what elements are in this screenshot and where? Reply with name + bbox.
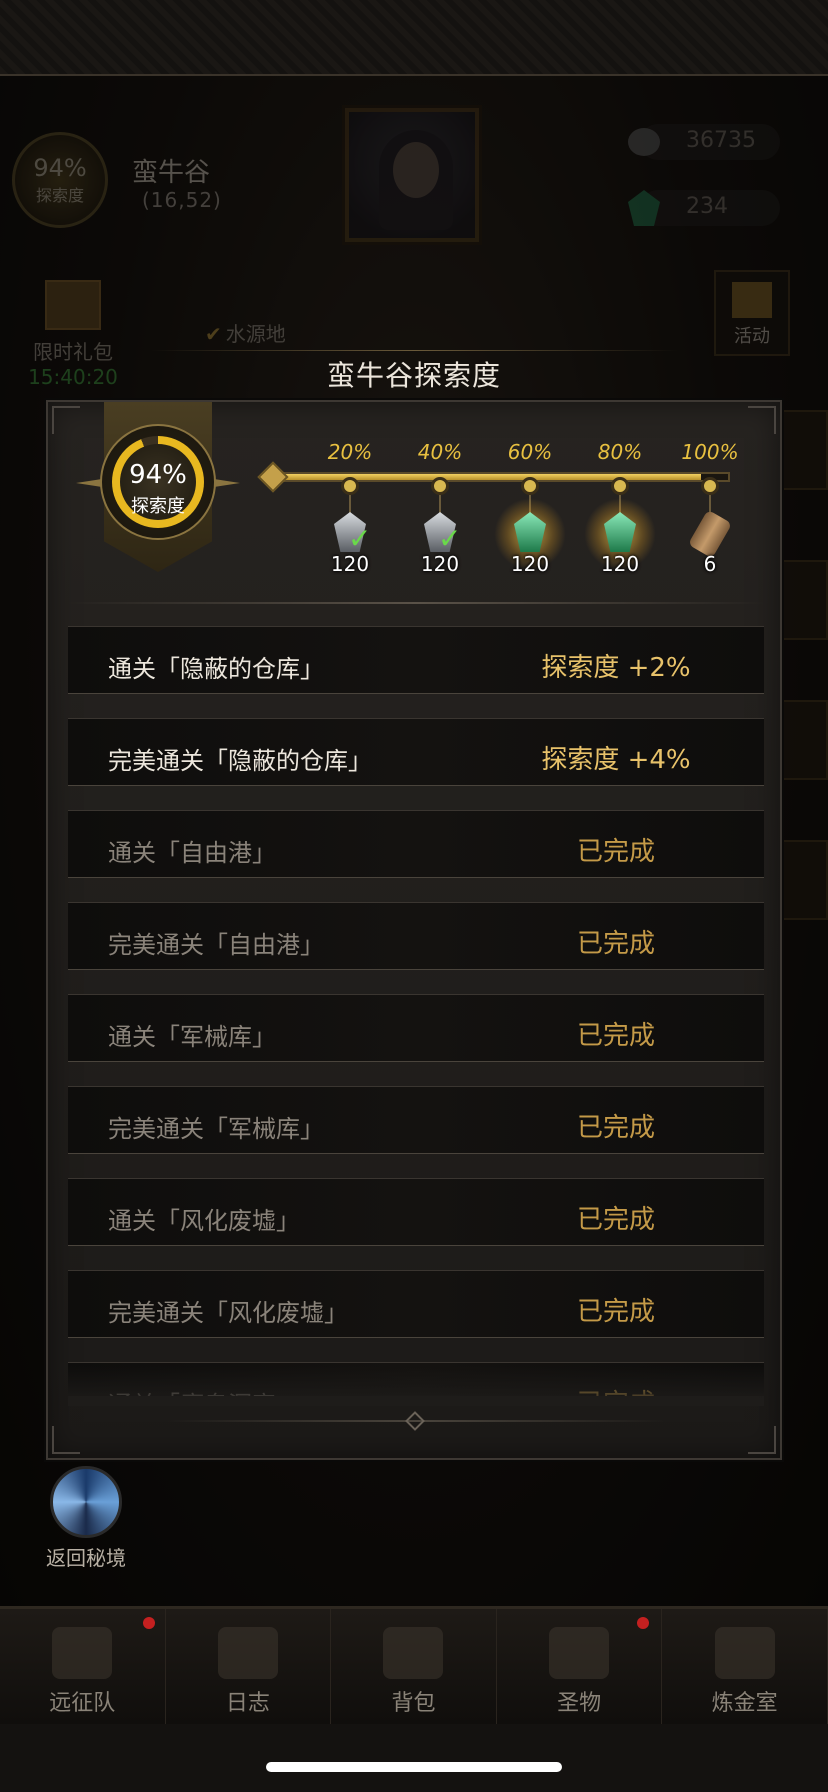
title-ornament: [150, 350, 678, 351]
milestone-percent: 100%: [681, 440, 739, 464]
task-row[interactable]: 通关「军械库」 已完成: [68, 994, 764, 1062]
milestone-reward[interactable]: 120: [494, 498, 566, 578]
nav-item[interactable]: 圣物: [497, 1609, 663, 1724]
task-name: 完美通关「军械库」: [108, 1115, 324, 1143]
return-secret-realm[interactable]: 返回秘境: [38, 1466, 134, 1571]
task-row[interactable]: 完美通关「风化废墟」 已完成: [68, 1270, 764, 1338]
progress-compass: 94% 探索度: [100, 424, 216, 540]
task-reward: 探索度 +4%: [541, 745, 691, 775]
compass-spike: [214, 479, 240, 487]
nav-label: 炼金室: [711, 1691, 778, 1716]
task-name: 通关「风化废墟」: [108, 1207, 300, 1235]
task-reward: 已完成: [576, 929, 655, 959]
milestone-reward[interactable]: 6: [680, 508, 740, 578]
nav-icon: [52, 1627, 113, 1679]
task-row[interactable]: 完美通关「隐蔽的仓库」 探索度 +4%: [68, 718, 764, 786]
frame-corner: [52, 406, 80, 434]
nav-icon: [217, 1627, 278, 1679]
milestone-knob: [431, 477, 449, 495]
section-divider: [68, 602, 764, 604]
task-reward: 已完成: [576, 1205, 655, 1235]
exploration-modal: 94% 探索度 20% ✓ 120 40% ✓ 120 60% 120 80% 120 100% 6 …: [46, 400, 782, 1460]
task-reward: 已完成: [576, 1113, 655, 1143]
task-row[interactable]: 通关「自由港」 已完成: [68, 810, 764, 878]
milestone-knob: [611, 477, 629, 495]
milestone-percent: 40%: [417, 440, 463, 464]
reward-quantity: 120: [600, 552, 640, 576]
task-name: 通关「军械库」: [108, 1023, 276, 1051]
task-reward: 已完成: [576, 1021, 655, 1051]
nav-item[interactable]: 背包: [331, 1609, 497, 1724]
top-frame: [0, 0, 828, 76]
compass-spike: [76, 479, 102, 487]
modal-exploration-percent: 94%: [129, 460, 187, 490]
home-indicator[interactable]: [266, 1762, 562, 1772]
frame-corner: [748, 1426, 776, 1454]
milestone-knob: [701, 477, 719, 495]
task-name: 完美通关「风化废墟」: [108, 1299, 348, 1327]
task-reward: 已完成: [576, 837, 655, 867]
milestone-reward[interactable]: ✓ 120: [410, 508, 470, 578]
task-name: 完美通关「自由港」: [108, 931, 324, 959]
milestone-reward[interactable]: 120: [584, 498, 656, 578]
nav-icon: [383, 1627, 444, 1679]
task-row[interactable]: 完美通关「自由港」 已完成: [68, 902, 764, 970]
bottom-ornament: [405, 1411, 425, 1431]
reward-quantity: 6: [703, 552, 717, 576]
nav-label: 圣物: [557, 1691, 602, 1716]
list-fade: [68, 1366, 764, 1406]
reward-quantity: 120: [510, 552, 550, 576]
milestone-percent: 20%: [327, 440, 373, 464]
frame-corner: [52, 1426, 80, 1454]
task-name: 通关「自由港」: [108, 839, 276, 867]
frame-corner: [748, 406, 776, 434]
task-name: 通关「隐蔽的仓库」: [108, 655, 324, 683]
task-name: 完美通关「隐蔽的仓库」: [108, 747, 372, 775]
task-row[interactable]: 通关「风化废墟」 已完成: [68, 1178, 764, 1246]
nav-label: 日志: [225, 1691, 270, 1716]
nav-icon: [549, 1627, 610, 1679]
notification-dot: [142, 1617, 155, 1629]
reward-quantity: 120: [420, 552, 460, 576]
claimed-check-icon: ✓: [438, 522, 462, 555]
modal-title: 蛮牛谷探索度: [326, 359, 501, 392]
claimed-check-icon: ✓: [348, 522, 372, 555]
nav-item[interactable]: 日志: [166, 1609, 332, 1724]
bottom-nav: 远征队 日志 背包 圣物 炼金室: [0, 1606, 828, 1724]
milestone-percent: 60%: [507, 440, 553, 464]
notification-dot: [637, 1617, 650, 1629]
task-row[interactable]: 完美通关「军械库」 已完成: [68, 1086, 764, 1154]
milestone-percent: 80%: [597, 440, 643, 464]
nav-label: 远征队: [49, 1691, 116, 1716]
milestone-reward[interactable]: ✓ 120: [320, 508, 380, 578]
nav-item[interactable]: 炼金室: [662, 1609, 828, 1724]
milestone-knob: [341, 477, 359, 495]
task-reward: 探索度 +2%: [541, 653, 691, 683]
nav-label: 背包: [391, 1691, 436, 1716]
bottom-frame: [0, 1724, 828, 1792]
task-reward: 已完成: [576, 1297, 655, 1327]
portal-icon: [50, 1466, 122, 1538]
task-list[interactable]: 通关「隐蔽的仓库」 探索度 +2% 完美通关「隐蔽的仓库」 探索度 +4% 通关「自由港…: [68, 626, 764, 1396]
return-label: 返回秘境: [46, 1546, 126, 1570]
track-start-diamond: [257, 461, 289, 493]
nav-icon: [714, 1627, 775, 1679]
task-row[interactable]: 通关「隐蔽的仓库」 探索度 +2%: [68, 626, 764, 694]
reward-quantity: 120: [330, 552, 370, 576]
modal-exploration-label: 探索度: [131, 496, 185, 517]
milestone-knob: [521, 477, 539, 495]
nav-item[interactable]: 远征队: [0, 1609, 166, 1724]
